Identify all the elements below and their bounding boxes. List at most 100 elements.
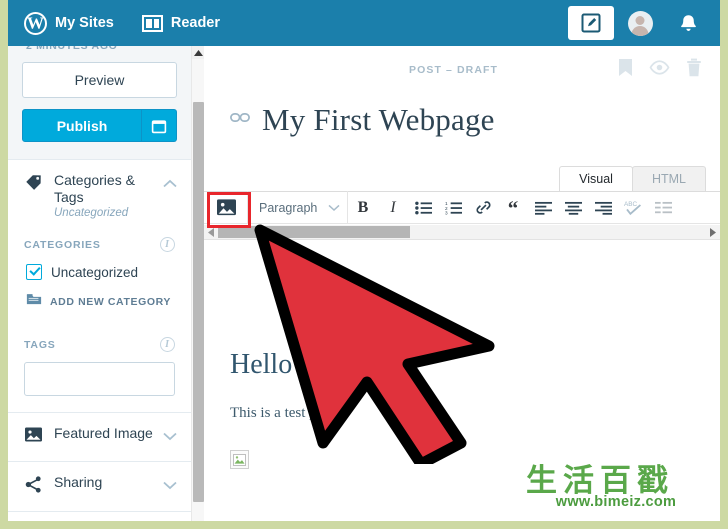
categories-label: CATEGORIES <box>24 238 101 251</box>
link-icon <box>475 201 491 214</box>
panel-categories-tags-header[interactable]: Categories & Tags Uncategorized <box>8 160 191 233</box>
preview-icon[interactable] <box>649 60 670 80</box>
panel-sharing-header[interactable]: Sharing <box>8 462 191 511</box>
panel-title: Categories & Tags <box>54 172 135 205</box>
preview-button[interactable]: Preview <box>22 62 177 98</box>
svg-text:ABC: ABC <box>624 201 638 208</box>
tab-visual[interactable]: Visual <box>559 166 633 191</box>
spellcheck-button[interactable]: ABC <box>618 192 648 224</box>
tags-field-label: TAGS i <box>24 315 175 362</box>
toolbar-toggle-icon <box>654 201 672 213</box>
user-profile-button[interactable] <box>618 0 662 46</box>
categories-field-label: CATEGORIES i <box>24 233 175 262</box>
copy-post-icon[interactable] <box>618 58 633 82</box>
sidebar-scroll-content: 2 MINUTES AGO Preview Publish Categories… <box>8 46 191 521</box>
numbered-list-button[interactable]: 1 2 3 <box>438 192 468 224</box>
masterbar-reader[interactable]: Reader <box>128 0 234 46</box>
post-action-icons <box>618 58 702 82</box>
numbered-list-icon: 1 2 3 <box>445 201 462 215</box>
bell-icon <box>680 14 696 31</box>
chevron-up-icon[interactable] <box>163 172 177 193</box>
bullet-list-button[interactable] <box>408 192 438 224</box>
info-icon[interactable]: i <box>160 337 175 352</box>
panel-featured-image-text: Featured Image <box>54 425 153 442</box>
tags-input[interactable] <box>24 362 175 396</box>
link-icon[interactable] <box>230 111 250 129</box>
featured-image-icon <box>24 425 44 448</box>
notifications-button[interactable] <box>666 0 710 46</box>
write-post-button[interactable] <box>568 6 614 40</box>
mce-toolbar: Paragraph B I 1 2 3 “ ABC <box>204 191 720 224</box>
panel-sharing: Sharing <box>8 462 191 512</box>
post-settings-sidebar: 2 MINUTES AGO Preview Publish Categories… <box>8 46 204 521</box>
arrow-cursor-pointer <box>254 224 495 464</box>
watermark-url: www.bimeiz.com <box>555 494 677 510</box>
tag-icon <box>24 172 44 197</box>
tags-label: TAGS <box>24 338 56 351</box>
align-left-button[interactable] <box>528 192 558 224</box>
panel-featured-image-header[interactable]: Featured Image <box>8 413 191 461</box>
bold-button[interactable]: B <box>348 192 378 224</box>
panel-categories-tags-text: Categories & Tags Uncategorized <box>54 172 153 221</box>
abc-check-icon: ABC <box>624 201 641 216</box>
paragraph-format-select[interactable]: Paragraph <box>248 192 347 224</box>
share-icon <box>24 474 44 499</box>
caret-up-icon[interactable] <box>192 46 204 59</box>
site-watermark: 生活百戳 www.bimeiz.com <box>520 453 720 523</box>
my-sites-label: My Sites <box>55 15 114 31</box>
reader-label: Reader <box>170 15 221 31</box>
sidebar-scrollbar[interactable] <box>191 46 204 521</box>
bold-glyph: B <box>357 198 369 216</box>
align-right-icon <box>594 201 612 215</box>
post-status-bar: POST – DRAFT <box>204 46 720 92</box>
add-media-button[interactable] <box>207 193 245 223</box>
post-title-row: My First Webpage <box>204 92 720 144</box>
add-new-category-button[interactable]: ADD NEW CATEGORY <box>24 292 175 315</box>
panel-post-format-header[interactable]: Post Format <box>8 512 191 521</box>
wordpress-masterbar: W My Sites Reader <box>8 0 720 46</box>
bullet-list-icon <box>414 201 432 214</box>
category-item[interactable]: Uncategorized <box>24 262 175 292</box>
panel-categories-tags-body: CATEGORIES i Uncategorized <box>8 233 191 412</box>
sidebar-scrollbar-thumb[interactable] <box>193 102 204 502</box>
insert-link-button[interactable] <box>468 192 498 224</box>
align-right-button[interactable] <box>588 192 618 224</box>
panel-subtitle: Uncategorized <box>54 207 129 219</box>
trash-icon[interactable] <box>686 58 702 82</box>
schedule-button[interactable] <box>142 109 177 142</box>
masterbar-right-group <box>568 0 720 46</box>
svg-text:3: 3 <box>445 210 448 214</box>
last-saved-label: 2 MINUTES AGO <box>26 46 118 52</box>
add-media-image-icon <box>216 199 236 216</box>
align-center-button[interactable] <box>558 192 588 224</box>
panel-title: Sharing <box>54 474 103 490</box>
panel-categories-tags: Categories & Tags Uncategorized CATEGORI… <box>8 159 191 413</box>
italic-button[interactable]: I <box>378 192 408 224</box>
kitchen-sink-button[interactable] <box>648 192 678 224</box>
screenshot-root: W My Sites Reader 2 MINUTES AGO Preview … <box>0 0 728 529</box>
chevron-down-icon[interactable] <box>163 474 177 495</box>
panel-sharing-text: Sharing <box>54 474 153 491</box>
chevron-down-icon <box>328 199 340 217</box>
chevron-down-icon[interactable] <box>163 425 177 446</box>
panel-featured-image: Featured Image <box>8 413 191 462</box>
editor-mode-tabs: Visual HTML <box>559 166 706 191</box>
avatar <box>627 10 653 36</box>
post-status-label: POST – DRAFT <box>409 64 499 76</box>
write-pencil-icon <box>581 13 601 33</box>
caret-left-icon[interactable] <box>204 225 218 240</box>
publish-actions: Preview Publish <box>8 56 191 142</box>
masterbar-my-sites[interactable]: W My Sites <box>8 0 128 46</box>
publish-button[interactable]: Publish <box>22 109 142 142</box>
blockquote-button[interactable]: “ <box>498 192 528 224</box>
category-name: Uncategorized <box>51 264 139 280</box>
page-title[interactable]: My First Webpage <box>262 102 495 138</box>
quote-icon: “ <box>507 195 519 220</box>
paragraph-format-label: Paragraph <box>259 200 318 215</box>
info-icon[interactable]: i <box>160 237 175 252</box>
panel-title: Featured Image <box>54 425 153 441</box>
italic-glyph: I <box>390 198 396 216</box>
tab-html[interactable]: HTML <box>631 166 706 191</box>
caret-right-icon[interactable] <box>706 225 720 240</box>
category-checkbox[interactable] <box>26 264 42 280</box>
